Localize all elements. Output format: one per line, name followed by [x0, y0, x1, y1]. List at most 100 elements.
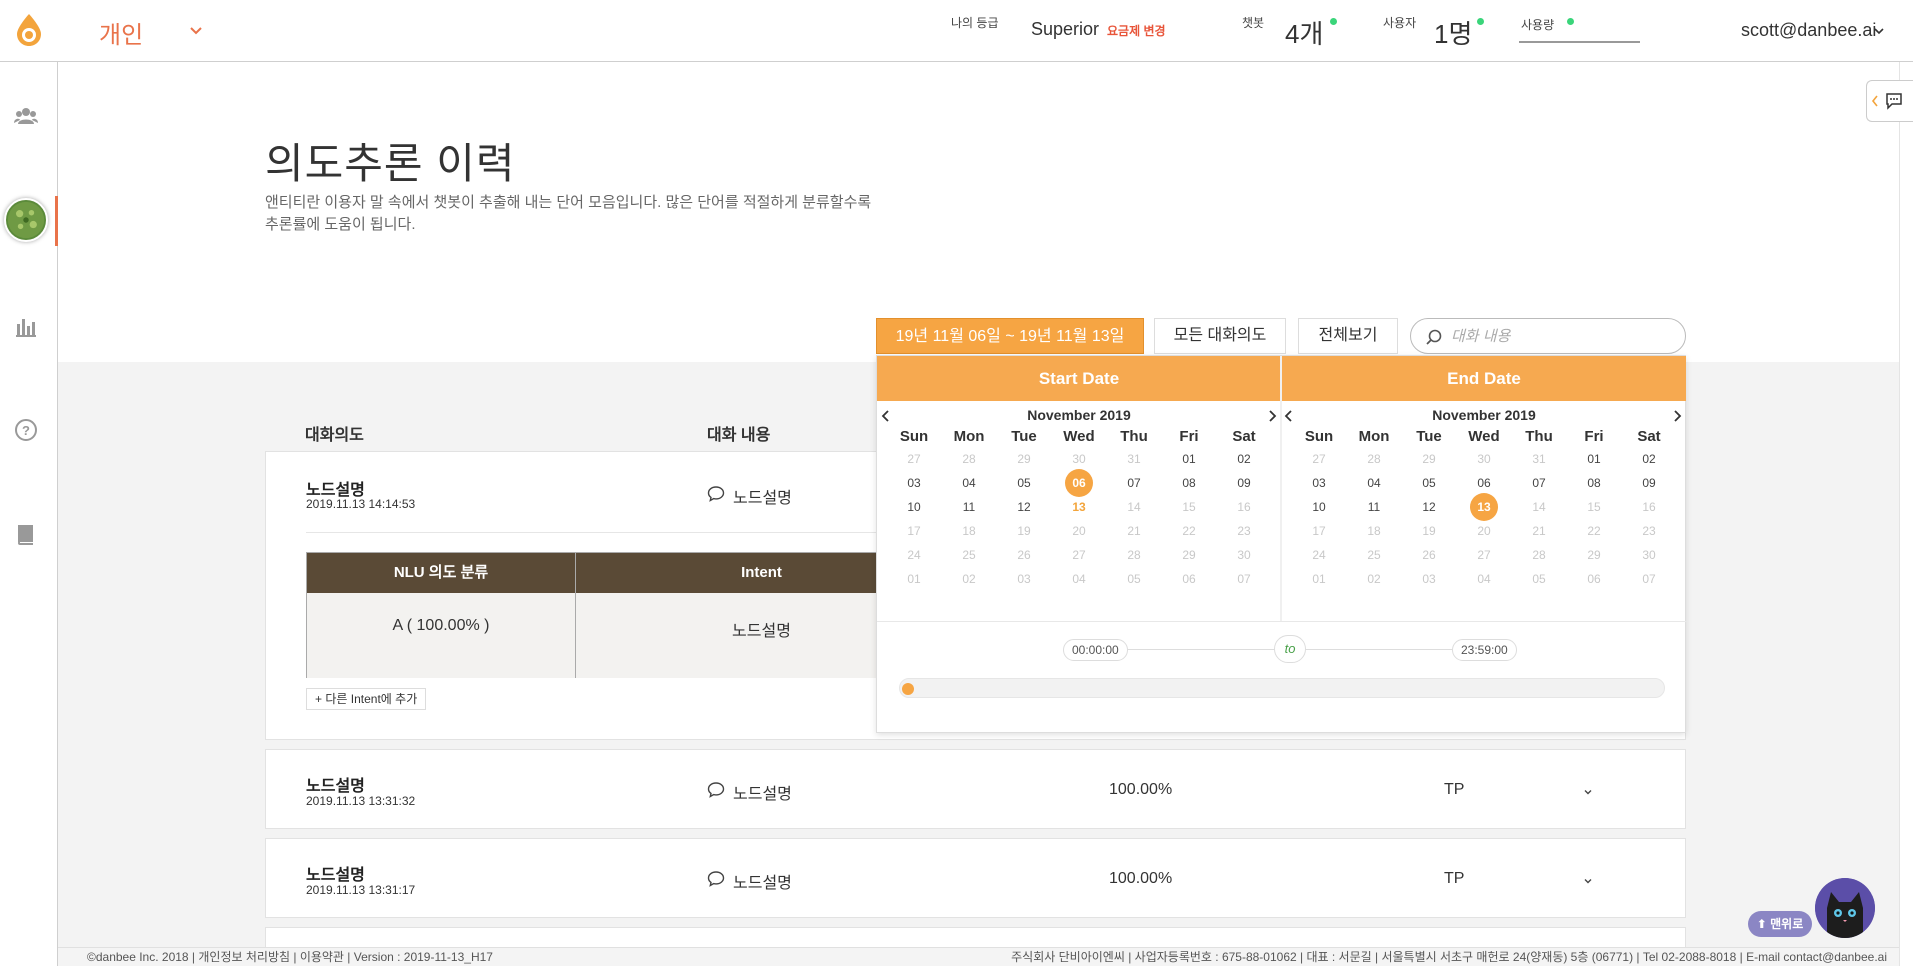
calendar-day[interactable]: 07 [1622, 568, 1676, 590]
calendar-day[interactable]: 19 [1402, 520, 1456, 542]
table-row[interactable]: 노드설명 2019.11.13 13:31:32 노드설명 100.00% TP [265, 749, 1686, 829]
calendar-day[interactable]: 22 [1162, 520, 1216, 542]
users-icon[interactable] [14, 104, 38, 128]
calendar-day[interactable]: 25 [942, 544, 996, 566]
calendar-day[interactable]: 29 [1402, 448, 1456, 470]
calendar-day[interactable]: 27 [1052, 544, 1106, 566]
calendar-day[interactable]: 27 [1457, 544, 1511, 566]
book-icon[interactable] [14, 522, 38, 546]
calendar-day[interactable]: 31 [1512, 448, 1566, 470]
calendar-day[interactable]: 14 [1512, 496, 1566, 518]
calendar-day[interactable]: 27 [887, 448, 941, 470]
calendar-day[interactable]: 04 [942, 472, 996, 494]
calendar-day[interactable]: 07 [1512, 472, 1566, 494]
search-input[interactable] [1451, 326, 1671, 346]
chevron-down-icon[interactable] [1582, 875, 1594, 887]
calendar-day[interactable]: 02 [942, 568, 996, 590]
calendar-day[interactable]: 09 [1622, 472, 1676, 494]
bar-chart-icon[interactable] [14, 314, 38, 338]
calendar-day[interactable]: 30 [1622, 544, 1676, 566]
calendar-day[interactable]: 04 [1347, 472, 1401, 494]
scroll-to-top-button[interactable]: ⬆ 맨위로 [1748, 911, 1812, 937]
calendar-day[interactable]: 26 [997, 544, 1051, 566]
date-range-button[interactable]: 19년 11월 06일 ~ 19년 11월 13일 [876, 318, 1144, 354]
chatbot-cat-avatar-icon[interactable] [1815, 878, 1875, 938]
calendar-day[interactable]: 28 [1347, 448, 1401, 470]
calendar-day[interactable]: 06 [1052, 469, 1106, 497]
calendar-day[interactable]: 09 [1217, 472, 1271, 494]
calendar-day[interactable]: 30 [1217, 544, 1271, 566]
calendar-day[interactable]: 27 [1292, 448, 1346, 470]
chevron-down-icon[interactable] [1582, 786, 1594, 798]
calendar-day[interactable]: 03 [997, 568, 1051, 590]
calendar-day[interactable]: 08 [1162, 472, 1216, 494]
calendar-day[interactable]: 22 [1567, 520, 1621, 542]
calendar-day[interactable]: 30 [1052, 448, 1106, 470]
calendar-day[interactable]: 04 [1052, 568, 1106, 590]
calendar-day[interactable]: 05 [997, 472, 1051, 494]
calendar-day[interactable]: 16 [1622, 496, 1676, 518]
calendar-day[interactable]: 15 [1162, 496, 1216, 518]
calendar-day[interactable]: 03 [887, 472, 941, 494]
calendar-day[interactable]: 10 [887, 496, 941, 518]
calendar-day[interactable]: 11 [942, 496, 996, 518]
calendar-day[interactable]: 25 [1347, 544, 1401, 566]
scrollbar[interactable] [1899, 62, 1913, 966]
calendar-day[interactable]: 21 [1107, 520, 1161, 542]
calendar-day[interactable]: 20 [1457, 520, 1511, 542]
calendar-day[interactable]: 30 [1457, 448, 1511, 470]
calendar-day[interactable]: 08 [1567, 472, 1621, 494]
chevron-down-icon[interactable] [1872, 24, 1886, 38]
calendar-day[interactable]: 05 [1512, 568, 1566, 590]
calendar-day[interactable]: 02 [1347, 568, 1401, 590]
calendar-day[interactable]: 03 [1292, 472, 1346, 494]
workspace-selector[interactable]: 개인 [99, 15, 143, 50]
calendar-day[interactable]: 21 [1512, 520, 1566, 542]
calendar-day[interactable]: 01 [887, 568, 941, 590]
calendar-day[interactable]: 10 [1292, 496, 1346, 518]
calendar-day[interactable]: 01 [1292, 568, 1346, 590]
end-time[interactable]: 23:59:00 [1452, 639, 1517, 661]
calendar-day[interactable]: 12 [997, 496, 1051, 518]
calendar-day[interactable]: 17 [1292, 520, 1346, 542]
calendar-day[interactable]: 15 [1567, 496, 1621, 518]
calendar-day[interactable]: 02 [1622, 448, 1676, 470]
calendar-day[interactable]: 23 [1217, 520, 1271, 542]
calendar-day[interactable]: 12 [1402, 496, 1456, 518]
calendar-day[interactable]: 29 [1162, 544, 1216, 566]
calendar-day[interactable]: 13 [1457, 493, 1511, 521]
calendar-day[interactable]: 18 [1347, 520, 1401, 542]
add-intent-button[interactable]: + 다른 Intent에 추가 [306, 688, 427, 710]
calendar-day[interactable]: 23 [1622, 520, 1676, 542]
calendar-day[interactable]: 19 [997, 520, 1051, 542]
start-time[interactable]: 00:00:00 [1063, 639, 1128, 661]
calendar-day[interactable]: 28 [942, 448, 996, 470]
calendar-day[interactable]: 11 [1347, 496, 1401, 518]
calendar-day[interactable]: 29 [1567, 544, 1621, 566]
calendar-day[interactable]: 28 [1107, 544, 1161, 566]
calendar-day[interactable]: 20 [1052, 520, 1106, 542]
calendar-day[interactable]: 16 [1217, 496, 1271, 518]
chevron-down-icon[interactable] [188, 22, 204, 38]
calendar-day[interactable]: 13 [1052, 496, 1106, 518]
calendar-day[interactable]: 01 [1567, 448, 1621, 470]
calendar-day[interactable]: 04 [1457, 568, 1511, 590]
calendar-day[interactable]: 31 [1107, 448, 1161, 470]
calendar-day[interactable]: 17 [887, 520, 941, 542]
help-icon[interactable]: ? [14, 418, 38, 442]
time-slider-handle[interactable] [902, 683, 914, 695]
calendar-day[interactable]: 05 [1402, 472, 1456, 494]
calendar-day[interactable]: 26 [1402, 544, 1456, 566]
calendar-day[interactable]: 07 [1107, 472, 1161, 494]
user-email[interactable]: scott@danbee.ai [1741, 20, 1876, 41]
calendar-day[interactable]: 24 [887, 544, 941, 566]
chatbot-avatar-icon[interactable] [4, 198, 48, 242]
calendar-day[interactable]: 29 [997, 448, 1051, 470]
calendar-day[interactable]: 03 [1402, 568, 1456, 590]
chat-panel-toggle[interactable] [1866, 80, 1913, 122]
calendar-day[interactable]: 05 [1107, 568, 1161, 590]
calendar-day[interactable]: 06 [1162, 568, 1216, 590]
intent-filter-button[interactable]: 모든 대화의도 [1154, 318, 1286, 354]
calendar-day[interactable]: 01 [1162, 448, 1216, 470]
chevron-right-icon[interactable] [1267, 410, 1277, 422]
